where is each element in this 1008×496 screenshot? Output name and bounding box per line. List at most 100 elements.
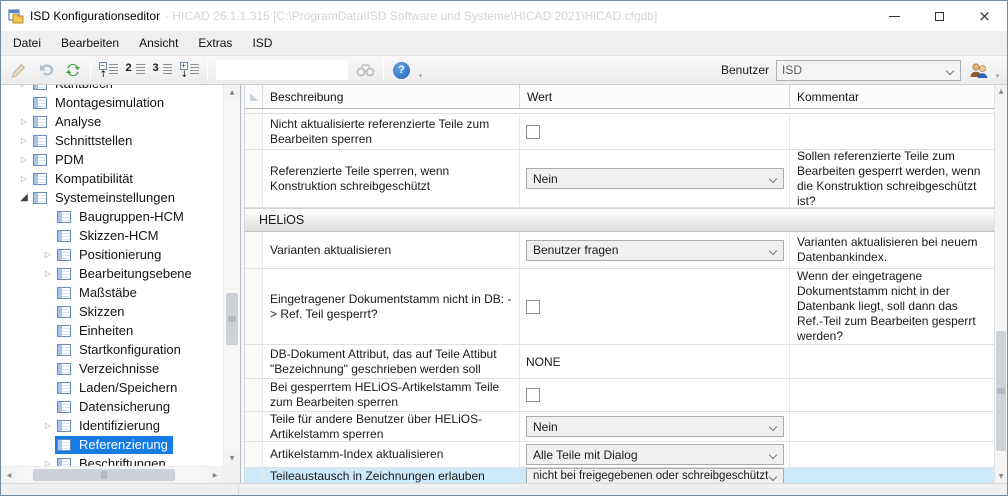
scroll-right-icon[interactable]: ▶ [207, 467, 223, 483]
tree-node[interactable]: Laden/Speichern [55, 379, 182, 397]
expand-tree-icon[interactable]: ▷ [17, 118, 31, 126]
table-row-artikelstamm-index-aktualisi[interactable]: Artikelstamm-Index aktualisierenAlle Tei… [245, 442, 994, 468]
tree-item-skizzen-hcm[interactable]: Skizzen-HCM [1, 226, 223, 245]
collapse-all-button[interactable]: − ↑ [96, 58, 121, 82]
tree-item-kantblech[interactable]: ▷Kantblech [1, 85, 223, 93]
tree-node[interactable]: Referenzierung [55, 436, 173, 454]
collapse-tree-icon[interactable]: ◢ [17, 193, 31, 203]
value-checkbox[interactable] [526, 300, 540, 314]
toolbar-overflow-button[interactable]: ▾ [415, 59, 426, 82]
table-row-db-dokument-attribut-das-au[interactable]: DB-Dokument Attribut, das auf Teile Atti… [245, 345, 994, 379]
tree-node[interactable]: Baugruppen-HCM [55, 208, 189, 226]
benutzer-combobox[interactable]: ISD [776, 60, 961, 81]
scroll-up-icon[interactable]: ▲ [995, 85, 1007, 98]
menu-item-datei[interactable]: Datei [3, 31, 51, 55]
tree-hscroll-thumb[interactable] [33, 469, 175, 481]
tree-node[interactable]: Skizzen [55, 303, 130, 321]
find-button[interactable] [353, 58, 378, 82]
tree-node[interactable]: Montagesimulation [31, 94, 169, 112]
tree-item-schnittstellen[interactable]: ▷Schnittstellen [1, 131, 223, 150]
refresh-button[interactable] [60, 58, 85, 82]
tree-node[interactable]: Skizzen-HCM [55, 227, 163, 245]
tree-node[interactable]: Systemeinstellungen [31, 189, 180, 207]
table-row-nicht-aktualisierte-referenz[interactable]: Nicht aktualisierte referenzierte Teile … [245, 114, 994, 150]
value-dropdown[interactable]: Alle Teile mit Dialog [526, 444, 784, 465]
tree-node[interactable]: Einheiten [55, 322, 138, 340]
close-button[interactable]: × [962, 2, 1007, 31]
tree-node[interactable]: Bearbeitungsebene [55, 265, 197, 283]
table-row-referenzierte-teile-sperren[interactable]: Referenzierte Teile sperren, wenn Konstr… [245, 150, 994, 208]
tree-item-verzeichnisse[interactable]: Verzeichnisse [1, 359, 223, 378]
toolbar-overflow-button[interactable]: ▾ [992, 59, 1003, 82]
outline-level3-button[interactable]: 3 [150, 58, 175, 82]
tree-item-identifizierung[interactable]: ▷Identifizierung [1, 416, 223, 435]
tree-item-startkonfiguration[interactable]: Startkonfiguration [1, 340, 223, 359]
value-dropdown[interactable]: Benutzer fragen [526, 240, 784, 261]
tree-node[interactable]: Positionierung [55, 246, 166, 264]
tree-item-positionierung[interactable]: ▷Positionierung [1, 245, 223, 264]
expand-tree-icon[interactable]: ▷ [17, 175, 31, 183]
tree-item-datensicherung[interactable]: Datensicherung [1, 397, 223, 416]
value-dropdown[interactable]: Nein [526, 168, 784, 189]
table-row-eingetragener-dokumentstamm[interactable]: Eingetragener Dokumentstamm nicht in DB:… [245, 269, 994, 345]
expand-tree-icon[interactable]: ▷ [41, 422, 55, 430]
scroll-left-icon[interactable]: ◀ [1, 467, 17, 483]
scroll-up-icon[interactable]: ▲ [224, 85, 240, 100]
tree-item-bearbeitungsebene[interactable]: ▷Bearbeitungsebene [1, 264, 223, 283]
tree-item-referenzierung[interactable]: Referenzierung [1, 435, 223, 454]
menu-item-ansicht[interactable]: Ansicht [129, 31, 188, 55]
tree-node[interactable]: Verzeichnisse [55, 360, 164, 378]
tree-item-laden-speichern[interactable]: Laden/Speichern [1, 378, 223, 397]
menu-item-isd[interactable]: ISD [242, 31, 282, 55]
table-row-teile-für-andere-benutzer-üb[interactable]: Teile für andere Benutzer über HELiOS-Ar… [245, 412, 994, 442]
menu-item-bearbeiten[interactable]: Bearbeiten [51, 31, 129, 55]
outline-level2-button[interactable]: 2 [123, 58, 148, 82]
expand-tree-icon[interactable]: ▷ [41, 251, 55, 259]
tree-node[interactable]: PDM [31, 151, 89, 169]
tree-item-beschriftungen[interactable]: ▷Beschriftungen [1, 454, 223, 466]
menu-item-extras[interactable]: Extras [188, 31, 242, 55]
expand-all-button[interactable]: + ↓ [177, 58, 202, 82]
tree-node[interactable]: Maßstäbe [55, 284, 142, 302]
help-button[interactable]: ? [389, 58, 414, 82]
expand-tree-icon[interactable]: ▷ [17, 137, 31, 145]
tree-vscroll-thumb[interactable] [226, 293, 238, 345]
scroll-down-icon[interactable]: ▼ [995, 470, 1007, 483]
undo-button[interactable] [33, 58, 58, 82]
expand-tree-icon[interactable]: ▷ [17, 156, 31, 164]
tree-item-maßstäbe[interactable]: Maßstäbe [1, 283, 223, 302]
expand-tree-icon[interactable]: ▷ [17, 85, 31, 88]
tree-node[interactable]: Startkonfiguration [55, 341, 186, 359]
value-dropdown[interactable]: Nein [526, 416, 784, 437]
tree-item-skizzen[interactable]: Skizzen [1, 302, 223, 321]
edit-button[interactable] [6, 58, 31, 82]
tree-node[interactable]: Schnittstellen [31, 132, 137, 150]
titlebar[interactable]: ISD Konfigurationseditor - HICAD 26.1.1.… [1, 1, 1007, 31]
search-input[interactable] [216, 60, 348, 80]
tree-node[interactable]: Analyse [31, 113, 106, 131]
expand-tree-icon[interactable]: ▷ [41, 270, 55, 278]
tree-node[interactable]: Identifizierung [55, 417, 165, 435]
table-row-varianten-aktualisieren[interactable]: Varianten aktualisierenBenutzer fragenVa… [245, 232, 994, 269]
table-vscroll-thumb[interactable] [996, 331, 1006, 451]
scroll-down-icon[interactable]: ▼ [224, 451, 240, 466]
tree-node[interactable]: Kantblech [31, 85, 118, 93]
minimize-button[interactable] [872, 2, 917, 31]
tree-item-analyse[interactable]: ▷Analyse [1, 112, 223, 131]
value-checkbox[interactable] [526, 125, 540, 139]
tree-item-einheiten[interactable]: Einheiten [1, 321, 223, 340]
tree-node[interactable]: Datensicherung [55, 398, 175, 416]
tree-item-baugruppen-hcm[interactable]: Baugruppen-HCM [1, 207, 223, 226]
table-row-teileaustausch-in-zeichnunge[interactable]: Teileaustausch in Zeichnungen erlaubenni… [245, 468, 994, 483]
tree-node[interactable]: Kompatibilität [31, 170, 138, 188]
tree-item-pdm[interactable]: ▷PDM [1, 150, 223, 169]
tree-item-systemeinstellungen[interactable]: ◢Systemeinstellungen [1, 188, 223, 207]
value-checkbox[interactable] [526, 388, 540, 402]
value-dropdown[interactable]: nicht bei freigegebenen oder schreibgesc… [526, 468, 784, 483]
maximize-button[interactable] [917, 2, 962, 31]
table-row-bei-gesperrtem-helios-artike[interactable]: Bei gesperrtem HELiOS-Artikelstamm Teile… [245, 379, 994, 412]
tree-node[interactable]: Beschriftungen [55, 455, 171, 467]
manage-users-button[interactable] [966, 58, 991, 82]
tree-item-kompatibilität[interactable]: ▷Kompatibilität [1, 169, 223, 188]
tree-item-montagesimulation[interactable]: Montagesimulation [1, 93, 223, 112]
